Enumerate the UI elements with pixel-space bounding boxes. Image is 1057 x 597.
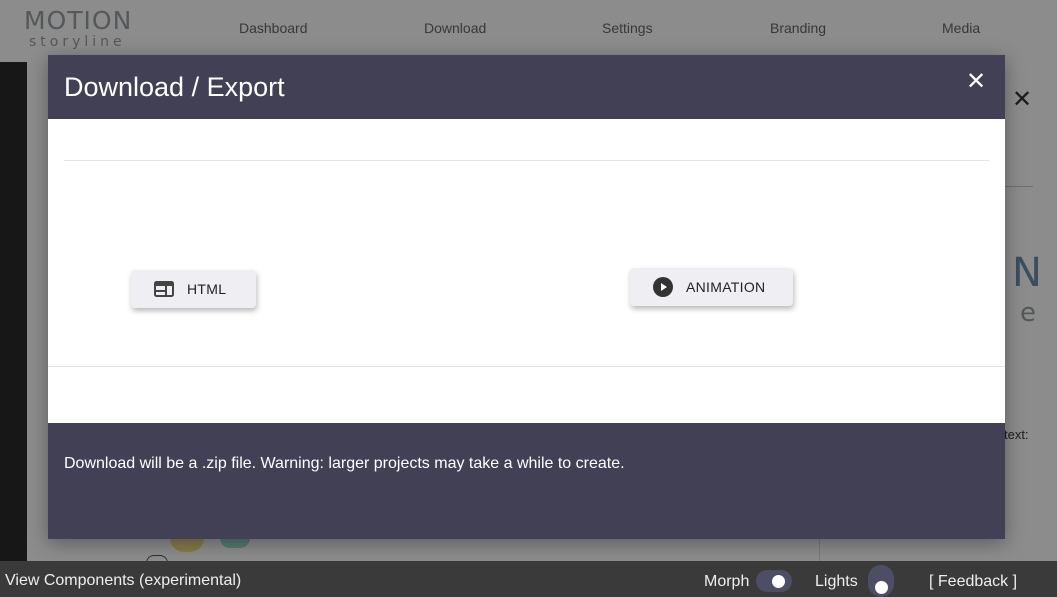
bottom-status-bar: View Components (experimental) Morph Lig… [0,561,1057,597]
modal-header: Download / Export ✕ [48,55,1005,119]
modal-divider-bottom [48,366,1005,367]
lights-label: Lights [815,573,858,590]
feedback-link[interactable]: [ Feedback ] [929,573,1017,591]
download-export-modal: Download / Export ✕ HTML ANIMATION Downl… [48,55,1005,539]
morph-toggle[interactable] [756,570,792,592]
export-animation-label: ANIMATION [686,279,766,295]
close-icon[interactable]: ✕ [966,69,986,95]
view-components-link[interactable]: View Components (experimental) [5,572,241,590]
modal-divider-top [64,160,989,161]
web-window-icon [153,278,175,300]
lights-toggle-knob [875,581,888,594]
modal-title: Download / Export [64,72,285,102]
modal-footer: Download will be a .zip file. Warning: l… [48,423,1005,539]
morph-label: Morph [704,573,750,590]
lights-toggle[interactable] [868,565,894,597]
export-animation-button[interactable]: ANIMATION [630,268,793,306]
export-html-label: HTML [187,281,227,297]
export-html-button[interactable]: HTML [131,270,256,308]
download-warning-text: Download will be a .zip file. Warning: l… [64,455,625,472]
play-circle-icon [652,276,674,298]
morph-toggle-knob [772,575,785,588]
